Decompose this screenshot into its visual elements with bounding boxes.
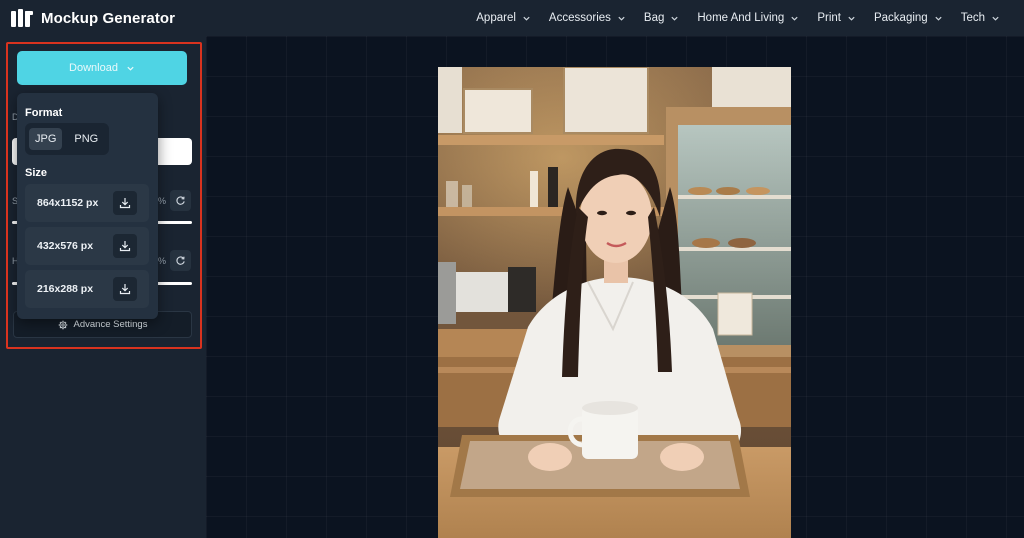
nav-item-label: Packaging: [873, 12, 928, 24]
refresh-icon: [176, 196, 185, 205]
size-option[interactable]: 216x288 px: [25, 270, 149, 308]
format-heading: Format: [25, 107, 63, 119]
chevron-down-icon: [992, 16, 999, 21]
chevron-down-icon: [618, 16, 625, 21]
canvas-area: [206, 36, 1024, 538]
chevron-down-icon: [671, 16, 678, 21]
chevron-down-icon: [523, 16, 530, 21]
download-size-button[interactable]: [113, 191, 137, 215]
size-heading: Size: [25, 167, 48, 179]
nav-item-bag[interactable]: Bag: [644, 12, 679, 24]
nav-item-label: Accessories: [548, 12, 611, 24]
reset-button[interactable]: [170, 190, 191, 211]
size-label: 216x288 px: [37, 283, 94, 295]
format-toggle: JPG PNG: [25, 123, 109, 155]
nav-item-label: Apparel: [476, 12, 516, 24]
format-option-png[interactable]: PNG: [68, 128, 104, 150]
download-button[interactable]: Download: [17, 51, 187, 85]
logo[interactable]: Mockup Generator: [11, 9, 175, 27]
size-option[interactable]: 432x576 px: [25, 227, 149, 265]
nav-item-label: Bag: [643, 12, 665, 24]
download-button-label: Download: [69, 62, 118, 74]
download-icon: [119, 198, 131, 209]
nav-item-label: Tech: [960, 12, 985, 24]
chevron-down-icon: [848, 16, 855, 21]
main-nav: Apparel Accessories Bag Home And Living …: [458, 0, 1000, 36]
nav-item-print[interactable]: Print: [817, 12, 856, 24]
nav-item-tech[interactable]: Tech: [961, 12, 1000, 24]
download-icon: [119, 241, 131, 252]
download-size-button[interactable]: [113, 277, 137, 301]
size-label: 432x576 px: [37, 240, 94, 252]
nav-item-packaging[interactable]: Packaging: [874, 12, 943, 24]
download-dropdown: Format JPG PNG Size 864x1152 px 432x576 …: [17, 93, 158, 319]
chevron-down-icon: [791, 16, 798, 21]
nav-item-label: Home And Living: [697, 12, 785, 24]
size-label: 864x1152 px: [37, 197, 99, 209]
download-icon: [119, 284, 131, 295]
chevron-down-icon: [127, 66, 134, 71]
top-header: Mockup Generator Apparel Accessories Bag…: [0, 0, 1024, 36]
nav-item-apparel[interactable]: Apparel: [476, 12, 531, 24]
download-size-button[interactable]: [113, 234, 137, 258]
percent-label: %: [158, 256, 167, 266]
nav-item-label: Print: [817, 12, 841, 24]
app-title: Mockup Generator: [41, 9, 176, 27]
percent-label: %: [158, 196, 167, 206]
logo-mark-icon: [11, 9, 33, 27]
gear-icon: [58, 320, 67, 329]
mockup-preview-image: [438, 67, 791, 538]
refresh-icon: [176, 256, 185, 265]
nav-item-home-and-living[interactable]: Home And Living: [697, 12, 799, 24]
chevron-down-icon: [935, 16, 942, 21]
cafe-photo-illustration: [438, 67, 791, 538]
nav-item-accessories[interactable]: Accessories: [549, 12, 626, 24]
reset-button[interactable]: [170, 250, 191, 271]
format-option-jpg[interactable]: JPG: [29, 128, 63, 150]
advance-settings-label: Advance Settings: [73, 319, 148, 330]
size-option[interactable]: 864x1152 px: [25, 184, 149, 222]
